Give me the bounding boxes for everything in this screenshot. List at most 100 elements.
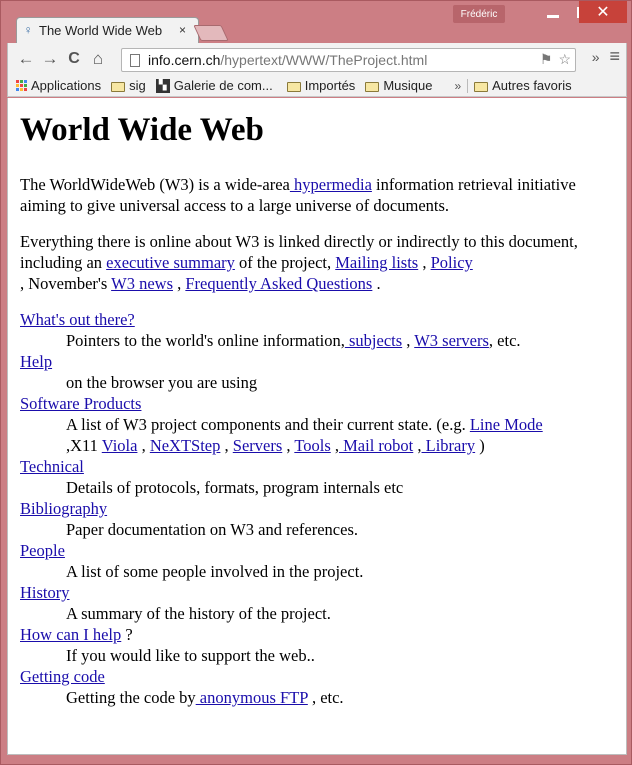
link-history[interactable]: History: [20, 583, 70, 602]
list-item-desc: A summary of the history of the project.: [66, 604, 331, 623]
link-mail-robot[interactable]: Mail robot: [339, 436, 413, 455]
link-faq[interactable]: Frequently Asked Questions: [185, 274, 372, 293]
topics-list: What's out there? Pointers to the world'…: [20, 309, 614, 708]
bookmarks-more-icon[interactable]: »: [454, 79, 461, 93]
apps-grid-dot: [16, 84, 19, 87]
page-title: World Wide Web: [20, 112, 264, 148]
link-hypermedia[interactable]: hypermedia: [290, 175, 372, 194]
folder-icon: [286, 81, 301, 92]
link-technical[interactable]: Technical: [20, 457, 84, 476]
bookmark-applications[interactable]: Applications: [16, 78, 101, 93]
tab-active[interactable]: ♀ The World Wide Web ×: [21, 19, 193, 41]
bookmark-label: Importés: [304, 78, 356, 93]
bookmarks-bar: Applications sig ▚ Galerie de com... Imp…: [7, 75, 627, 97]
link-mailing-lists[interactable]: Mailing lists: [335, 253, 418, 272]
apps-grid-dot: [24, 80, 27, 83]
apps-grid-icon: [16, 80, 27, 91]
link-subjects[interactable]: subjects: [345, 331, 402, 350]
link-getting-code[interactable]: Getting code: [20, 667, 105, 686]
link-help[interactable]: Help: [20, 352, 52, 371]
bookmark-star-icon[interactable]: ☆: [558, 51, 571, 68]
home-button[interactable]: ⌂: [86, 47, 110, 71]
bookmark-label: Musique: [383, 78, 433, 93]
link-policy[interactable]: Policy: [431, 253, 473, 272]
address-bar-actions: ⚑ ☆: [540, 51, 571, 68]
list-item: Help: [20, 351, 614, 372]
url-path: /hypertext/WWW/TheProject.html: [220, 52, 428, 68]
tab-close-icon[interactable]: ×: [179, 23, 186, 37]
list-item-desc: A list of W3 project components and thei…: [66, 415, 543, 455]
overview-paragraph: Everything there is online about W3 is l…: [20, 232, 578, 293]
apps-grid-dot: [24, 84, 27, 87]
forward-button[interactable]: →: [38, 47, 62, 71]
apps-grid-dot: [16, 88, 19, 91]
apps-grid-dot: [16, 80, 19, 83]
bookmark-importes[interactable]: Importés: [286, 78, 356, 93]
browser-toolbar: ← → C ⌂ info.cern.ch /hypertext/WWW/TheP…: [7, 43, 627, 75]
link-whats-out-there[interactable]: What's out there?: [20, 310, 135, 329]
page-favicon-icon: ♀: [23, 23, 33, 37]
list-item-desc: Pointers to the world's online informati…: [66, 331, 521, 350]
list-item-desc: on the browser you are using: [66, 373, 258, 392]
link-software-products[interactable]: Software Products: [20, 394, 141, 413]
link-w3-servers[interactable]: W3 servers: [414, 331, 489, 350]
minimize-icon: [547, 14, 559, 18]
bookmark-label: Applications: [31, 78, 102, 93]
menu-icon[interactable]: ≡: [609, 47, 620, 65]
bookmark-label: Autres favoris: [492, 78, 572, 93]
folder-icon: [474, 81, 489, 92]
link-w3-news[interactable]: W3 news: [111, 274, 173, 293]
apps-grid-dot: [20, 84, 23, 87]
folder-icon: [365, 81, 380, 92]
list-item: Software Products: [20, 393, 614, 414]
list-item: History: [20, 582, 614, 603]
back-button[interactable]: ←: [14, 47, 38, 71]
list-item-desc: Getting the code by anonymous FTP , etc.: [66, 688, 344, 707]
galerie-icon: ▚: [155, 78, 170, 93]
apps-grid-dot: [20, 88, 23, 91]
list-item: How can I help ?: [20, 625, 133, 644]
bookmarks-divider: [467, 78, 469, 93]
browser-window: ♀ The World Wide Web × Frédéric ✕ ← → C …: [0, 0, 632, 765]
bookmark-musique[interactable]: Musique: [365, 78, 432, 93]
list-item-desc: A list of some people involved in the pr…: [66, 562, 364, 581]
minimize-button[interactable]: [538, 1, 568, 23]
link-library[interactable]: Library: [422, 436, 475, 455]
close-window-button[interactable]: ✕: [579, 1, 627, 23]
link-anonymous-ftp[interactable]: anonymous FTP: [196, 688, 308, 707]
link-bibliography[interactable]: Bibliography: [20, 499, 107, 518]
list-item: People: [20, 540, 614, 561]
profile-button[interactable]: Frédéric: [453, 5, 505, 23]
bookmark-label: sig: [129, 78, 146, 93]
link-nextstep[interactable]: NeXTStep: [150, 436, 221, 455]
extensions-overflow-icon[interactable]: »: [592, 49, 600, 65]
title-bar: ♀ The World Wide Web × Frédéric ✕: [1, 1, 631, 43]
list-item-desc: Paper documentation on W3 and references…: [66, 520, 358, 539]
bookmark-other[interactable]: Autres favoris: [474, 78, 572, 93]
list-item-desc: Details of protocols, formats, program i…: [66, 478, 404, 497]
list-item-desc: If you would like to support the web..: [66, 646, 315, 665]
apps-grid-dot: [24, 88, 27, 91]
url-host: info.cern.ch: [148, 52, 221, 68]
page-content: World Wide Web The WorldWideWeb (W3) is …: [7, 98, 627, 755]
link-people[interactable]: People: [20, 541, 65, 560]
bookmark-sig[interactable]: sig: [111, 78, 146, 93]
link-line-mode[interactable]: Line Mode: [470, 415, 543, 434]
tab-title: The World Wide Web: [39, 22, 163, 38]
list-item: What's out there?: [20, 309, 614, 330]
bookmark-galerie[interactable]: ▚ Galerie de com...: [155, 78, 273, 93]
folder-icon: [111, 81, 126, 92]
translate-icon[interactable]: ⚑: [540, 51, 553, 68]
link-how-can-i-help[interactable]: How can I help: [20, 625, 121, 644]
page-icon: [130, 53, 140, 67]
address-bar[interactable]: info.cern.ch /hypertext/WWW/TheProject.h…: [121, 48, 576, 72]
link-servers[interactable]: Servers: [233, 436, 282, 455]
reload-button[interactable]: C: [62, 47, 86, 71]
bookmark-label: Galerie de com...: [173, 78, 273, 93]
apps-grid-dot: [20, 80, 23, 83]
link-executive-summary[interactable]: executive summary: [106, 253, 235, 272]
link-viola[interactable]: Viola: [102, 436, 138, 455]
link-tools[interactable]: Tools: [294, 436, 330, 455]
list-item: Technical: [20, 456, 614, 477]
list-item: Getting code: [20, 666, 614, 687]
